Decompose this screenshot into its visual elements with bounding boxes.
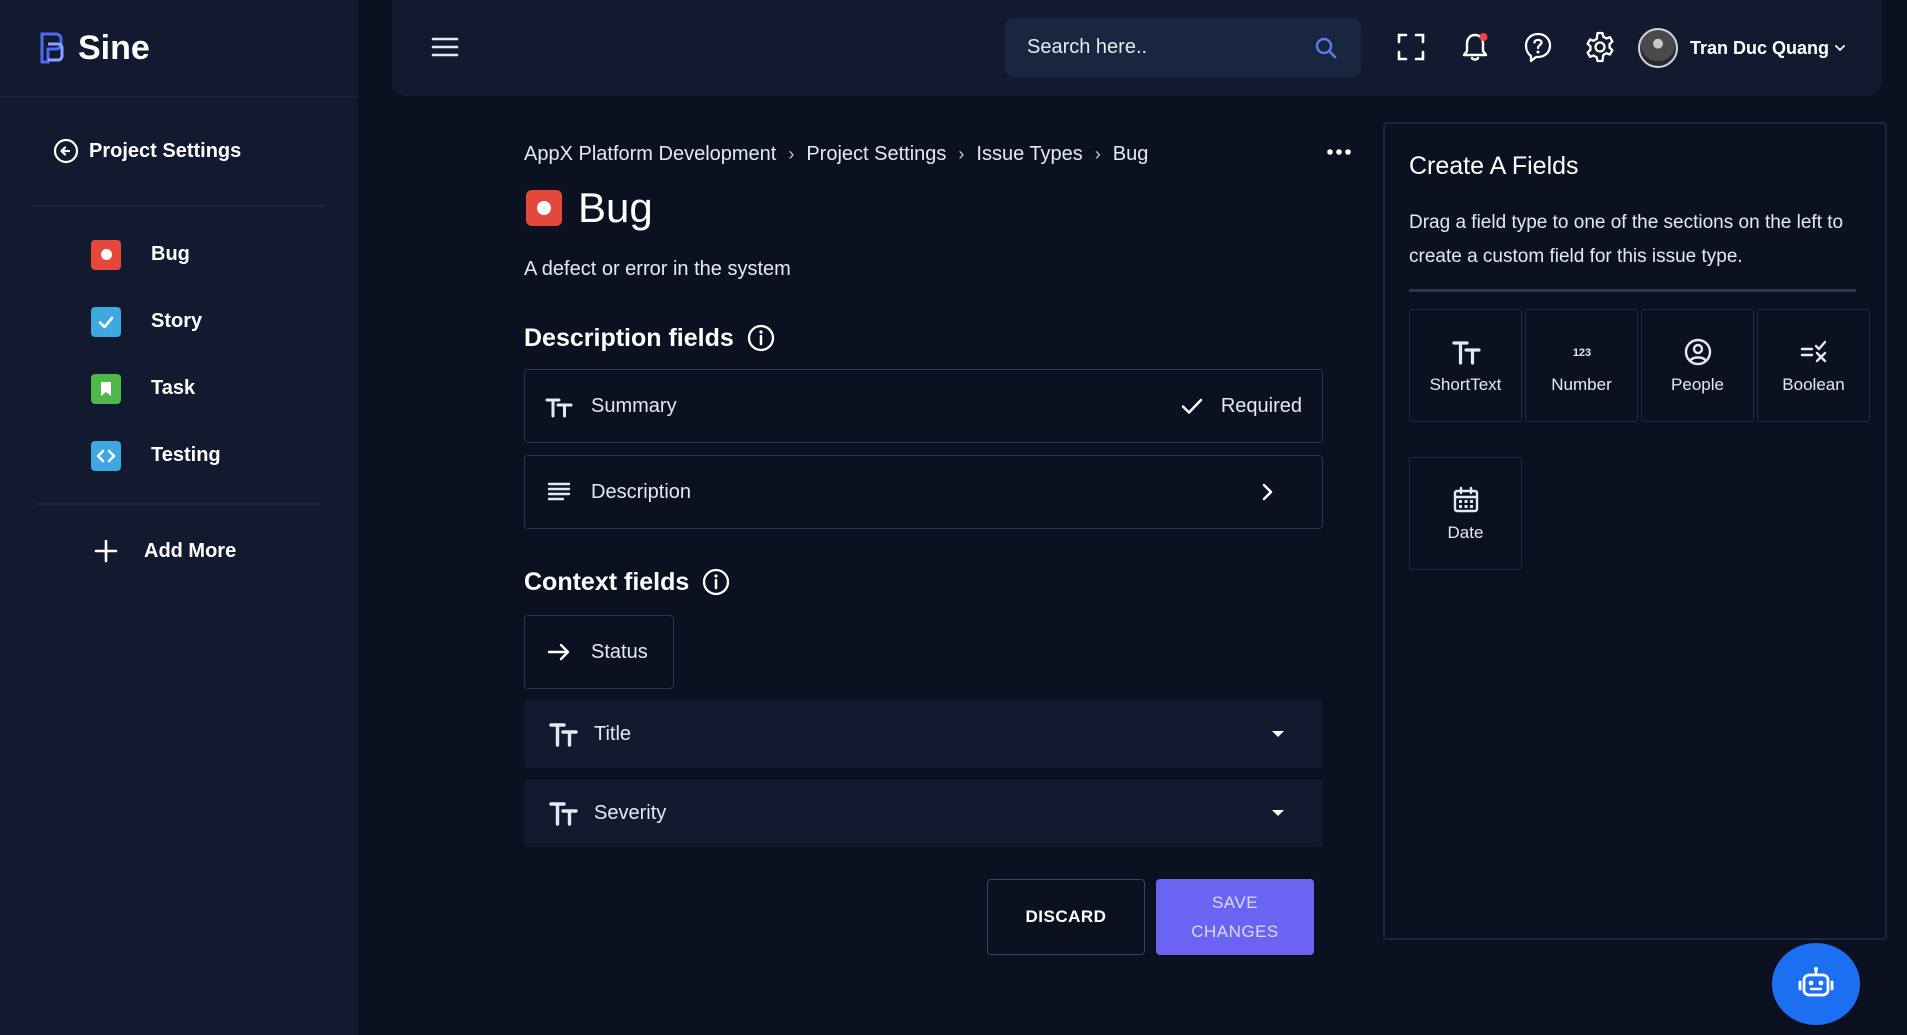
- field-type-boolean[interactable]: Boolean: [1757, 309, 1870, 422]
- field-type-shorttext[interactable]: ShortText: [1409, 309, 1522, 422]
- breadcrumb-separator: ›: [1094, 144, 1101, 164]
- sidebar-item-task[interactable]: Task: [0, 355, 358, 422]
- sidebar-item-testing[interactable]: Testing: [0, 422, 358, 489]
- issue-type-list: Bug Story Task Testing: [0, 207, 358, 503]
- paragraph-lines-icon: [547, 482, 571, 501]
- bug-type-icon: [526, 190, 562, 226]
- caret-down-icon: [1272, 810, 1284, 816]
- chevron-right-icon[interactable]: [1256, 481, 1278, 503]
- fullscreen-icon[interactable]: [1394, 30, 1428, 64]
- save-changes-button[interactable]: SAVE CHANGES: [1156, 879, 1314, 955]
- panel-description: Drag a field type to one of the sections…: [1409, 212, 1844, 267]
- breadcrumb: AppX Platform Development › Project Sett…: [524, 143, 1148, 166]
- chevron-down-icon: [1835, 45, 1845, 51]
- breadcrumb-separator: ›: [788, 144, 795, 164]
- field-type-label: People: [1671, 374, 1724, 394]
- top-bar: Tran Duc Quang: [392, 0, 1882, 96]
- breadcrumb-item: Bug: [1112, 143, 1149, 165]
- panel-title: Create A Fields: [1409, 152, 1579, 180]
- create-fields-panel: Create A Fields Drag a field type to one…: [1383, 122, 1887, 940]
- person-icon: [1684, 338, 1711, 365]
- settings-gear-icon[interactable]: [1583, 30, 1617, 64]
- description-fields-heading: Description fields: [524, 323, 776, 353]
- breadcrumb-item[interactable]: AppX Platform Development: [524, 143, 776, 166]
- user-menu[interactable]: Tran Duc Quang: [1638, 28, 1847, 68]
- sidebar-item-label: Bug: [151, 243, 190, 265]
- breadcrumb-item[interactable]: Issue Types: [976, 143, 1082, 166]
- breadcrumb-item[interactable]: Project Settings: [806, 143, 946, 166]
- calendar-icon: [1453, 486, 1478, 512]
- search-box: [1005, 18, 1361, 77]
- field-type-label: Number: [1551, 374, 1612, 394]
- code-icon: [91, 440, 121, 471]
- page-title: Bug: [578, 184, 653, 231]
- field-type-number[interactable]: 123 Number: [1525, 309, 1638, 422]
- summary-label: Summary: [591, 394, 677, 417]
- add-more-label: Add More: [144, 539, 237, 562]
- field-type-people[interactable]: People: [1641, 309, 1754, 422]
- brand-name: Sine: [78, 28, 150, 67]
- page-description: A defect or error in the system: [524, 258, 791, 280]
- avatar: [1638, 28, 1678, 68]
- more-options-icon[interactable]: [1326, 146, 1352, 158]
- section-title: Description fields: [524, 323, 734, 352]
- info-icon[interactable]: [701, 567, 731, 597]
- panel-divider: [1409, 289, 1856, 292]
- checkmark-icon[interactable]: [1179, 393, 1205, 419]
- section-title: Context fields: [524, 567, 690, 596]
- back-to-project-settings[interactable]: Project Settings: [0, 97, 358, 205]
- text-size-icon: [545, 398, 573, 418]
- text-size-icon: [549, 723, 578, 747]
- status-label: Status: [591, 640, 648, 663]
- svg-text:123: 123: [1572, 347, 1590, 359]
- sidebar-item-label: Task: [151, 377, 196, 399]
- text-size-icon: [549, 802, 578, 826]
- discard-button[interactable]: DISCARD: [987, 879, 1145, 955]
- hamburger-menu-icon[interactable]: [430, 34, 460, 60]
- title-select-label: Title: [594, 722, 632, 745]
- help-question-icon[interactable]: [1521, 30, 1555, 64]
- arrow-right-icon: [547, 643, 570, 661]
- description-field[interactable]: Description: [524, 455, 1323, 529]
- page-header: Bug: [526, 184, 653, 232]
- severity-select-label: Severity: [594, 801, 667, 824]
- field-type-label: ShortText: [1429, 374, 1502, 394]
- text-size-icon: [1451, 340, 1481, 365]
- field-type-label: Boolean: [1782, 374, 1845, 394]
- field-type-label: Date: [1447, 522, 1484, 542]
- field-type-date[interactable]: Date: [1409, 457, 1522, 570]
- caret-down-icon: [1272, 731, 1284, 737]
- title-select[interactable]: Title: [524, 700, 1323, 768]
- sidebar-item-bug[interactable]: Bug: [0, 221, 358, 288]
- chatbot-button[interactable]: [1772, 943, 1860, 1025]
- context-fields-heading: Context fields: [524, 567, 731, 597]
- back-arrow-circle-icon: [53, 138, 79, 164]
- user-name: Tran Duc Quang: [1690, 37, 1830, 58]
- info-icon[interactable]: [746, 323, 776, 353]
- back-label: Project Settings: [89, 139, 242, 162]
- robot-icon: [1798, 967, 1834, 997]
- bug-dot-icon: [91, 239, 121, 270]
- required-label: Required: [1220, 394, 1302, 417]
- boolean-icon: [1800, 340, 1826, 362]
- breadcrumb-separator: ›: [958, 144, 965, 164]
- plus-icon: [94, 539, 118, 563]
- severity-select[interactable]: Severity: [524, 779, 1323, 847]
- bookmark-icon: [91, 373, 121, 404]
- brand[interactable]: Sine: [0, 0, 358, 97]
- sidebar-item-label: Testing: [151, 444, 221, 466]
- status-field[interactable]: Status: [524, 615, 674, 689]
- sine-logo-icon: [40, 32, 64, 64]
- number-icon: 123: [1572, 347, 1590, 359]
- check-icon: [91, 306, 121, 337]
- search-input[interactable]: [1027, 36, 1313, 59]
- description-label: Description: [591, 480, 692, 503]
- notification-bell-icon[interactable]: [1458, 30, 1492, 64]
- sidebar-item-label: Story: [151, 310, 203, 332]
- sidebar: Sine Project Settings Bug Story Task Tes…: [0, 0, 358, 1035]
- summary-field[interactable]: Summary Required: [524, 369, 1323, 443]
- search-icon[interactable]: [1313, 35, 1339, 61]
- sidebar-item-story[interactable]: Story: [0, 288, 358, 355]
- add-more-button[interactable]: Add More: [0, 505, 358, 597]
